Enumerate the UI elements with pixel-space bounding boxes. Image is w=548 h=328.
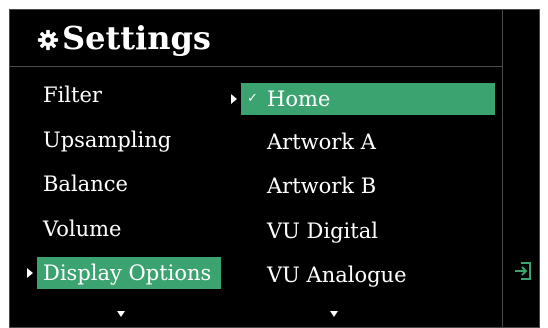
checkmark-icon: ✓ [247, 91, 258, 106]
menu-item-upsampling[interactable]: Upsampling [37, 124, 221, 156]
submenu-item-vu-digital[interactable]: VU Digital [241, 215, 495, 247]
submenu-item-home[interactable]: ✓ Home [241, 83, 495, 115]
selection-pointer-icon [27, 268, 33, 278]
settings-panel: Settings Filter Upsampling Balance Volum… [9, 9, 540, 328]
submenu-item-vu-analogue[interactable]: VU Analogue [241, 259, 495, 291]
submenu-item-label: Home [267, 87, 331, 111]
page-title: Settings [62, 19, 211, 57]
submenu-pointer-icon [231, 94, 237, 104]
title-bar: Settings [10, 10, 502, 67]
submenu-item-artwork-b[interactable]: Artwork B [241, 170, 495, 202]
menu-item-display-options[interactable]: Display Options [37, 257, 221, 289]
menu-item-volume[interactable]: Volume [37, 213, 221, 245]
side-strip [502, 10, 539, 327]
scroll-down-arrow-icon[interactable] [117, 311, 125, 317]
submenu-scroll-down-arrow-icon[interactable] [330, 311, 338, 317]
menu-item-balance[interactable]: Balance [37, 168, 221, 200]
exit-icon[interactable] [513, 261, 533, 281]
submenu-item-artwork-a[interactable]: Artwork A [241, 126, 495, 158]
menu-item-filter[interactable]: Filter [37, 79, 221, 111]
gear-icon [37, 29, 59, 51]
